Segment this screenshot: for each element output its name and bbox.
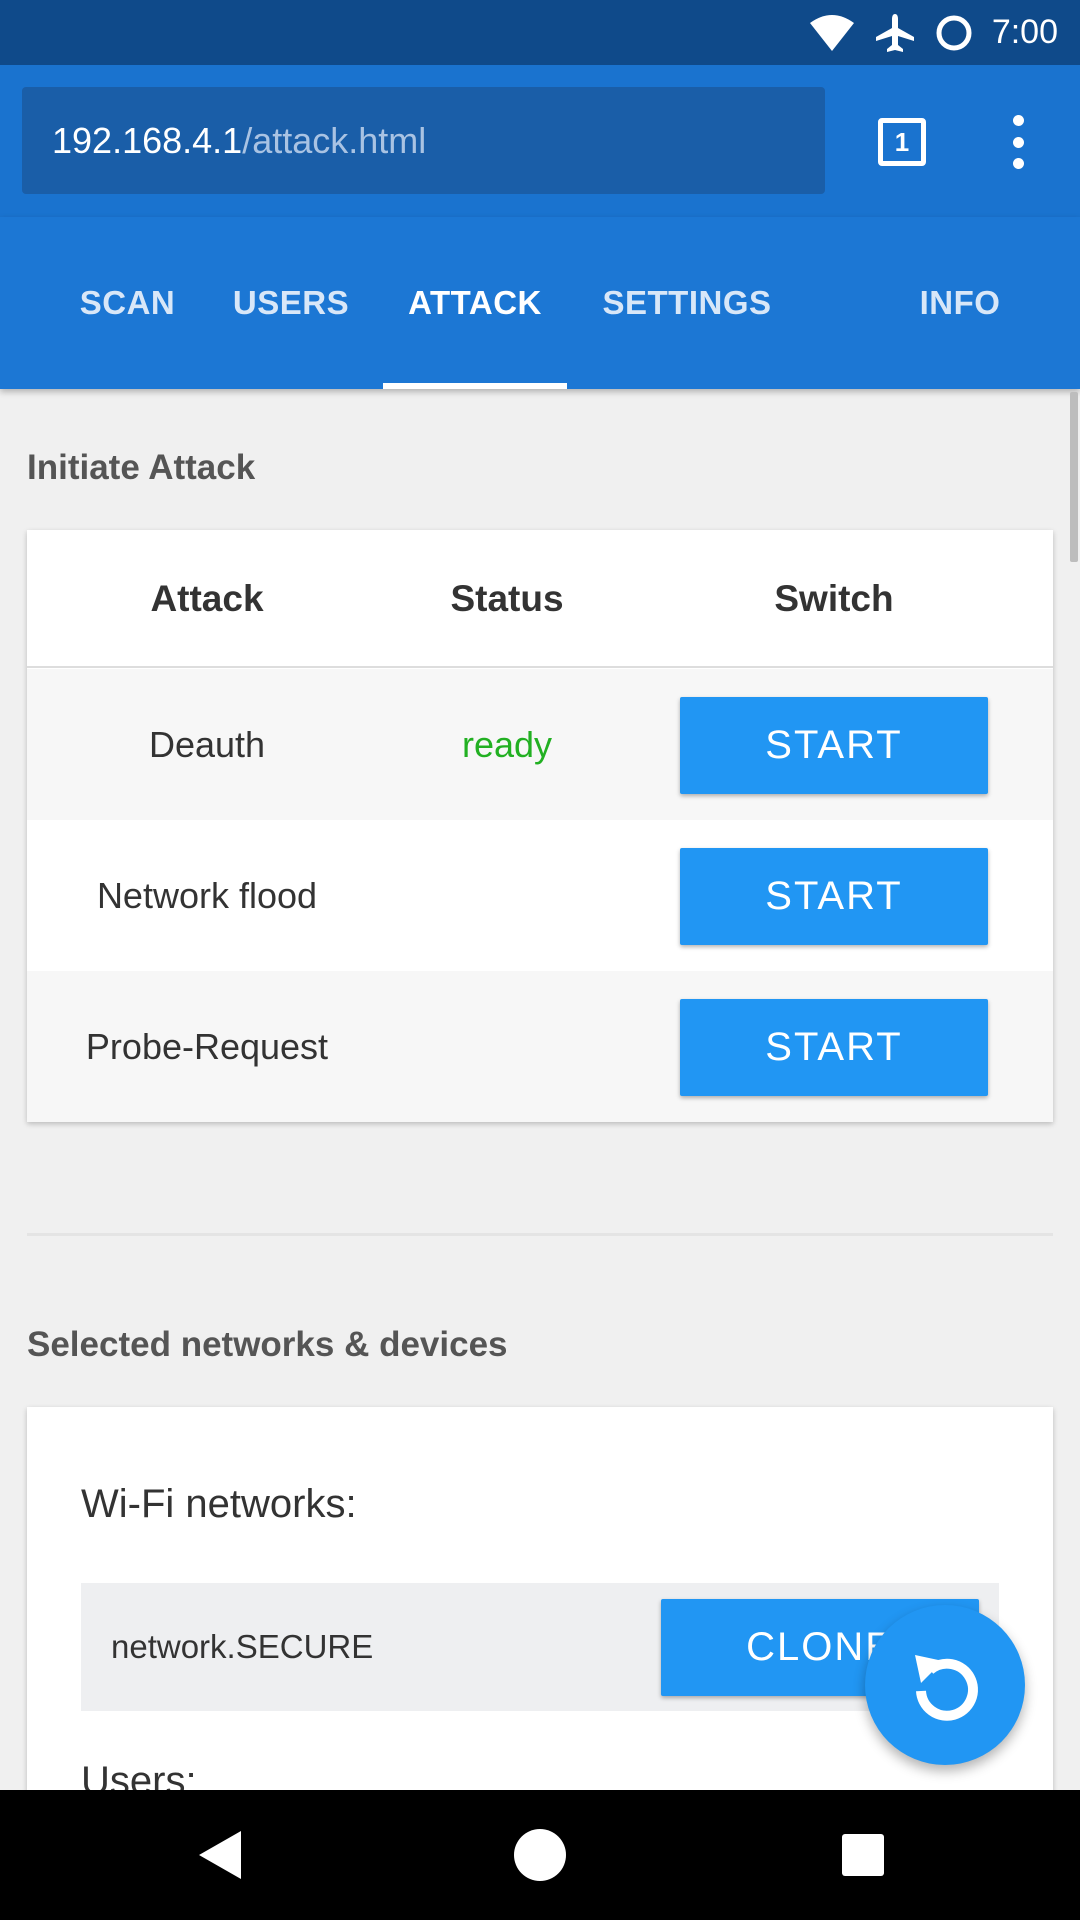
sync-ring-icon xyxy=(936,15,972,50)
table-row: Deauth ready START xyxy=(27,669,1053,820)
screen: 7:00 192.168.4.1/attack.html 1 SCAN USER… xyxy=(0,0,1080,1920)
airplane-icon xyxy=(875,13,914,52)
tab-info[interactable]: INFO xyxy=(880,217,1040,389)
recents-button[interactable] xyxy=(823,1790,903,1920)
attack-table: Attack Status Switch Deauth ready START … xyxy=(27,530,1053,1122)
scrollbar[interactable] xyxy=(1070,392,1078,562)
back-icon xyxy=(199,1831,241,1879)
header-status: Status xyxy=(450,578,564,619)
section-title-selected: Selected networks & devices xyxy=(27,1325,508,1364)
tab-attack[interactable]: ATTACK xyxy=(383,217,567,389)
attack-status: ready xyxy=(461,723,553,765)
attack-name: Deauth xyxy=(148,723,266,765)
table-row: Probe-Request START xyxy=(27,971,1053,1122)
wifi-networks-heading: Wi-Fi networks: xyxy=(81,1482,357,1526)
section-divider xyxy=(27,1233,1053,1236)
wifi-icon xyxy=(809,14,854,51)
table-row: Network flood START xyxy=(27,820,1053,971)
back-button[interactable] xyxy=(180,1790,260,1920)
address-bar[interactable]: 192.168.4.1/attack.html xyxy=(22,87,825,194)
url-host: 192.168.4.1 xyxy=(52,119,243,161)
page-nav: SCAN USERS ATTACK SETTINGS INFO xyxy=(0,217,1080,389)
section-title-attack: Initiate Attack xyxy=(27,448,256,487)
system-nav-bar xyxy=(0,1790,1080,1920)
table-header: Attack Status Switch xyxy=(27,530,1053,668)
home-button[interactable] xyxy=(500,1790,580,1920)
reload-fab[interactable] xyxy=(865,1605,1025,1765)
recents-icon xyxy=(842,1834,884,1876)
browser-toolbar: 192.168.4.1/attack.html 1 xyxy=(0,65,1080,217)
tab-settings[interactable]: SETTINGS xyxy=(582,217,792,389)
start-probe-request-button[interactable]: START xyxy=(680,999,988,1096)
network-row: network.SECURE CLONE xyxy=(81,1583,999,1711)
active-tab-indicator xyxy=(383,383,567,389)
reload-icon xyxy=(915,1655,978,1721)
start-network-flood-button[interactable]: START xyxy=(680,848,988,945)
url-path: /attack.html xyxy=(242,119,427,161)
attack-name: Network flood xyxy=(96,874,318,916)
start-deauth-button[interactable]: START xyxy=(680,697,988,794)
attack-status xyxy=(387,971,627,1122)
more-vert-icon[interactable] xyxy=(1000,115,1036,169)
tab-scan[interactable]: SCAN xyxy=(40,217,215,389)
header-switch: Switch xyxy=(774,578,894,619)
attack-status xyxy=(387,820,627,971)
tab-users[interactable]: USERS xyxy=(215,217,367,389)
network-name: network.SECURE xyxy=(111,1628,374,1665)
clock: 7:00 xyxy=(991,13,1058,51)
header-attack: Attack xyxy=(150,578,264,619)
status-bar: 7:00 xyxy=(0,0,1080,65)
home-icon xyxy=(514,1829,566,1881)
attack-name: Probe-Request xyxy=(85,1025,329,1067)
status-icons: 7:00 xyxy=(808,0,1058,65)
tab-switcher-button[interactable]: 1 xyxy=(878,118,926,166)
